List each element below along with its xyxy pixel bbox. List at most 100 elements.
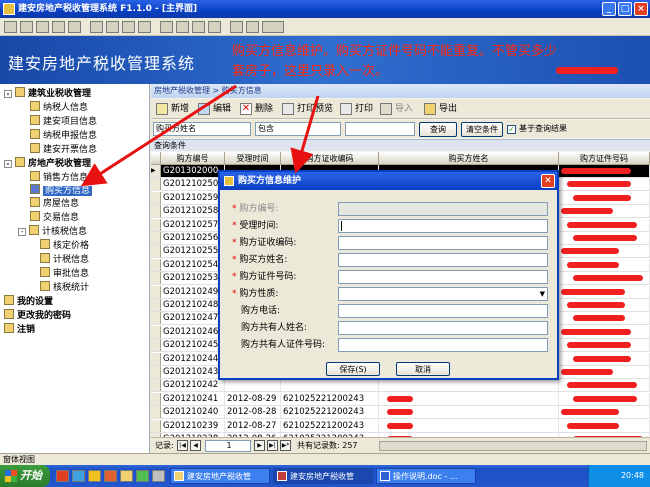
row-selector[interactable]	[151, 258, 161, 271]
export-button[interactable]: 导出	[421, 101, 461, 117]
collapse-icon[interactable]: -	[18, 228, 26, 236]
save-icon[interactable]	[4, 21, 17, 33]
print-button[interactable]: 打印	[337, 101, 377, 117]
tree-item-logout[interactable]: 注销	[4, 323, 35, 336]
database-icon[interactable]	[230, 21, 243, 33]
close-icon[interactable]: ×	[634, 2, 648, 16]
collapse-icon[interactable]: -	[4, 160, 12, 168]
tree-item-construction-tax[interactable]: - 建筑业税收管理	[4, 87, 91, 100]
tree-item-house[interactable]: 房屋信息	[30, 197, 79, 210]
sort-icon[interactable]	[106, 21, 119, 33]
dropdown-icon[interactable]	[262, 21, 284, 33]
find-icon[interactable]	[138, 21, 151, 33]
window-icon[interactable]	[192, 21, 205, 33]
tree-item-transaction[interactable]: 交易信息	[30, 211, 79, 224]
row-selector[interactable]	[151, 352, 161, 365]
collection-code-input[interactable]	[338, 236, 548, 250]
taskbar-button[interactable]: 建安房地产税收管	[170, 468, 270, 484]
row-selector[interactable]	[151, 419, 161, 432]
first-record-icon[interactable]: |◀	[177, 440, 188, 451]
quicklaunch-icon[interactable]	[88, 470, 101, 482]
buyer-id-number-input[interactable]	[338, 270, 548, 284]
tree-item-project[interactable]: 建安项目信息	[30, 115, 97, 128]
row-selector[interactable]	[151, 406, 161, 419]
co-owner-id-input[interactable]	[338, 338, 548, 352]
tree-item-statistics[interactable]: 核税统计	[40, 281, 89, 294]
row-selector[interactable]	[151, 392, 161, 405]
tree-item-tax-calc[interactable]: - 计核税信息	[18, 225, 87, 238]
tree-item-buyer[interactable]: 购买方信息	[30, 184, 93, 197]
current-record-input[interactable]: 1	[205, 440, 251, 452]
edit-button[interactable]: 编辑	[195, 101, 235, 117]
row-selector[interactable]	[151, 178, 161, 191]
new-object-icon[interactable]	[246, 21, 259, 33]
column-header[interactable]: 购方证收编码	[281, 152, 379, 165]
horizontal-scrollbar[interactable]	[379, 441, 647, 451]
tree-item-invoice[interactable]: 建安开票信息	[30, 143, 97, 156]
prev-record-icon[interactable]: ◀	[190, 440, 201, 451]
print-icon[interactable]	[20, 21, 33, 33]
table-row[interactable]: G201210241 2012-08-29 621025221200243	[151, 392, 650, 406]
row-selector[interactable]	[151, 339, 161, 352]
row-selector[interactable]	[151, 299, 161, 311]
new-record-icon[interactable]	[160, 21, 173, 33]
row-selector[interactable]	[151, 191, 161, 204]
copy-icon[interactable]	[52, 21, 65, 33]
quicklaunch-icon[interactable]	[56, 470, 69, 482]
new-record-nav-icon[interactable]: ▶*	[280, 440, 291, 451]
quicklaunch-icon[interactable]	[104, 470, 117, 482]
last-record-icon[interactable]: ▶|	[267, 440, 278, 451]
buyer-name-input[interactable]	[338, 253, 548, 267]
column-header[interactable]: 受理时间	[225, 152, 281, 165]
paste-icon[interactable]	[68, 21, 81, 33]
row-selector[interactable]	[151, 205, 161, 218]
tree-item-taxpayer[interactable]: 纳税人信息	[30, 101, 88, 114]
maximize-icon[interactable]: □	[618, 2, 632, 16]
row-selector[interactable]	[151, 366, 161, 378]
tree-item-realestate-tax[interactable]: - 房地产税收管理	[4, 157, 91, 170]
quicklaunch-icon[interactable]	[120, 470, 133, 482]
collapse-icon[interactable]: -	[4, 90, 12, 98]
table-row[interactable]: G201210242	[151, 379, 650, 393]
search-field-select[interactable]: 购买方姓名	[153, 122, 251, 136]
tree-item-declaration[interactable]: 纳税申报信息	[30, 129, 97, 142]
tree-item-seller[interactable]: 销售方信息	[30, 171, 88, 184]
dialog-close-icon[interactable]: ✕	[541, 174, 555, 188]
taskbar-button[interactable]: 操作说明.doc - ...	[376, 468, 476, 484]
tree-item-approval[interactable]: 审批信息	[40, 267, 89, 280]
help-icon[interactable]	[208, 21, 221, 33]
print-preview-button[interactable]: 打印预览	[279, 101, 337, 117]
add-button[interactable]: 新增	[153, 101, 193, 117]
cancel-button[interactable]: 取消	[396, 362, 450, 376]
clear-conditions-button[interactable]: 清空条件	[461, 122, 503, 137]
buyer-type-select[interactable]: ▼	[338, 287, 548, 301]
quicklaunch-icon[interactable]	[152, 470, 165, 482]
row-selector[interactable]	[151, 312, 161, 325]
row-selector[interactable]	[151, 325, 161, 338]
co-owner-name-input[interactable]	[338, 321, 548, 335]
search-operator-select[interactable]: 包含	[255, 122, 341, 136]
tree-item-price[interactable]: 核定价格	[40, 239, 89, 252]
buyer-phone-input[interactable]	[338, 304, 548, 318]
column-header[interactable]: 购买方姓名	[379, 152, 559, 165]
search-value-input[interactable]	[345, 122, 415, 136]
minimize-icon[interactable]: _	[602, 2, 616, 16]
delete-button[interactable]: ✕ 删除	[237, 101, 277, 117]
delete-record-icon[interactable]	[176, 21, 189, 33]
row-selector[interactable]: ▶	[151, 165, 161, 177]
accept-date-input[interactable]	[338, 219, 548, 233]
row-selector[interactable]	[151, 379, 161, 392]
import-button[interactable]: 导入	[377, 101, 417, 117]
row-selector[interactable]	[151, 232, 161, 244]
row-selector[interactable]	[151, 285, 161, 298]
save-button[interactable]: 保存(S)	[326, 362, 380, 376]
quicklaunch-icon[interactable]	[136, 470, 149, 482]
table-row[interactable]: G201210239 2012-08-27 621025221200243	[151, 419, 650, 433]
query-button[interactable]: 查询	[419, 122, 457, 137]
next-record-icon[interactable]: ▶	[254, 440, 265, 451]
cut-icon[interactable]	[36, 21, 49, 33]
based-on-results-checkbox[interactable]: ✓ 基于查询结果	[507, 123, 567, 135]
tree-item-tax-info[interactable]: 计税信息	[40, 253, 89, 266]
table-row[interactable]: G201210240 2012-08-28 621025221200243	[151, 406, 650, 420]
tree-item-settings[interactable]: 我的设置	[4, 295, 53, 308]
